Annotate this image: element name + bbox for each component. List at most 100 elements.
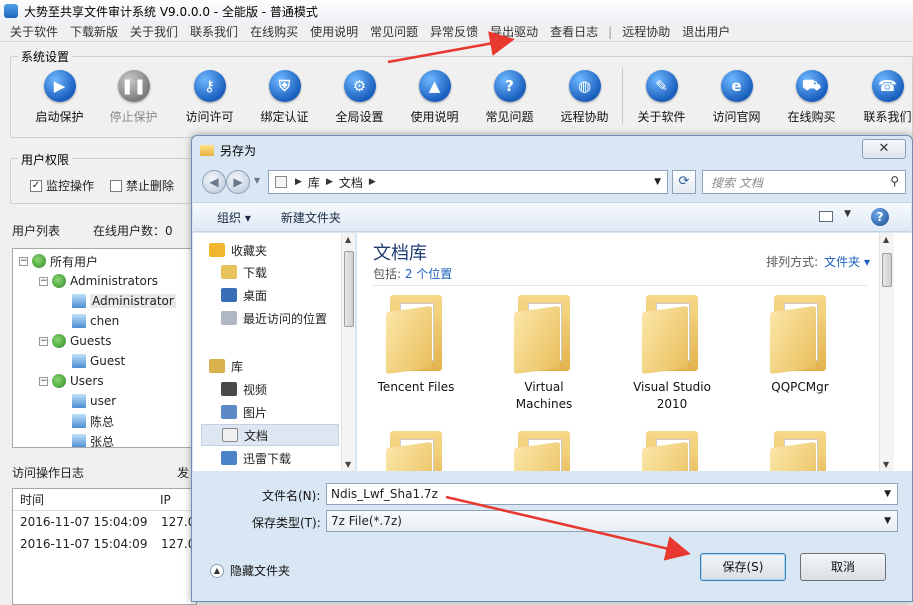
nav-item[interactable]: 桌面 xyxy=(201,284,339,306)
permission-checkbox[interactable]: 禁止删除 xyxy=(110,177,174,194)
nav-item[interactable]: 库 xyxy=(195,355,333,377)
search-input[interactable]: 搜索 文档 ⚲ xyxy=(702,170,906,194)
collapse-icon[interactable]: − xyxy=(19,256,28,266)
nav-scrollbar[interactable]: ▲ ▼ xyxy=(341,233,355,471)
scroll-up-arrow-icon[interactable]: ▲ xyxy=(883,235,889,244)
address-dropdown-icon[interactable]: ▼ xyxy=(654,177,661,187)
tree-node[interactable]: − Administrators xyxy=(39,271,158,291)
nav-item[interactable]: 文档 xyxy=(201,424,339,446)
back-button[interactable]: ◀ xyxy=(202,170,226,194)
address-bar[interactable]: ▶ 库 ▶ 文档 ▶ ▼ xyxy=(268,170,668,194)
permission-checkbox[interactable]: ✓ 监控操作 xyxy=(30,177,94,194)
search-icon[interactable]: ⚲ xyxy=(890,174,899,188)
table-row[interactable]: 2016-11-07 15:04:09 127.0 xyxy=(13,533,196,555)
nav-item[interactable]: 视频 xyxy=(201,378,339,400)
folder-item[interactable] xyxy=(489,431,599,471)
new-folder-button[interactable]: 新建文件夹 xyxy=(281,209,341,226)
menu-item[interactable]: 关于软件 xyxy=(4,23,64,40)
tree-node[interactable]: user xyxy=(59,391,116,411)
tree-node[interactable]: Guest xyxy=(59,351,125,371)
folder-item[interactable]: Tencent Files xyxy=(361,295,471,396)
toolbar-button[interactable]: ? 常见问题 xyxy=(472,64,547,130)
filename-input[interactable]: Ndis_Lwf_Sha1.7z ▼ xyxy=(326,483,898,505)
toolbar-button[interactable]: ⚷ 访问许可 xyxy=(172,64,247,130)
history-dropdown-icon[interactable]: ▼ xyxy=(254,176,260,185)
nav-item[interactable]: 迅雷下载 xyxy=(201,447,339,469)
toolbar-button[interactable]: ▲ 使用说明 xyxy=(397,64,472,130)
folder-item[interactable]: Virtual Machines xyxy=(489,295,599,413)
forward-button[interactable]: ▶ xyxy=(226,170,250,194)
menu-item[interactable]: 异常反馈 xyxy=(424,23,484,40)
view-options-arrow-icon[interactable]: ▼ xyxy=(844,209,851,219)
toolbar-button[interactable]: ⛨ 绑定认证 xyxy=(247,64,322,130)
scroll-down-arrow-icon[interactable]: ▼ xyxy=(345,460,351,469)
menu-item[interactable]: 常见问题 xyxy=(364,23,424,40)
tree-node[interactable]: − 所有用户 xyxy=(19,251,98,271)
dialog-title-bar[interactable]: 另存为 xyxy=(192,136,912,164)
locations-link[interactable]: 2 个位置 xyxy=(405,267,452,281)
refresh-button[interactable]: ⟳ xyxy=(672,170,696,194)
nav-item[interactable]: 收藏夹 xyxy=(195,239,333,261)
hide-folders-toggle[interactable]: ▲ 隐藏文件夹 xyxy=(210,562,290,579)
save-button[interactable]: 保存(S) xyxy=(700,553,786,581)
close-button[interactable]: ✕ xyxy=(862,139,906,159)
collapse-icon[interactable]: − xyxy=(39,336,48,346)
organize-button[interactable]: 组织 ▾ xyxy=(217,209,251,226)
nav-item[interactable]: 最近访问的位置 xyxy=(201,307,339,329)
menu-item[interactable]: 退出用户 xyxy=(676,23,736,40)
collapse-icon[interactable]: − xyxy=(39,376,48,386)
nav-item[interactable]: 下载 xyxy=(201,261,339,283)
breadcrumb-separator-icon[interactable]: ▶ xyxy=(369,177,376,187)
menu-item[interactable]: 在线购买 xyxy=(244,23,304,40)
checkbox-icon[interactable] xyxy=(110,179,122,192)
tree-node[interactable]: chen xyxy=(59,311,119,331)
toolbar-button[interactable]: e 访问官网 xyxy=(699,64,774,130)
folder-item[interactable]: Visual Studio 2010 xyxy=(617,295,727,413)
tree-node[interactable]: 陈总 xyxy=(59,411,114,431)
nav-item[interactable]: 图片 xyxy=(201,401,339,423)
content-scrollbar[interactable]: ▲ ▼ xyxy=(879,233,894,471)
breadcrumb-library[interactable]: 库 xyxy=(308,174,320,191)
menu-item[interactable]: 联系我们 xyxy=(184,23,244,40)
permissions-group-label: 用户权限 xyxy=(18,151,73,168)
content-scrollbar-thumb[interactable] xyxy=(882,253,892,287)
view-options-icon[interactable] xyxy=(819,211,833,222)
scroll-down-arrow-icon[interactable]: ▼ xyxy=(883,460,889,469)
help-icon[interactable]: ? xyxy=(871,208,889,226)
checkbox-icon[interactable]: ✓ xyxy=(30,179,42,192)
filename-dropdown-icon[interactable]: ▼ xyxy=(884,489,891,499)
breadcrumb-separator-icon[interactable]: ▶ xyxy=(295,177,302,187)
collapse-icon[interactable]: − xyxy=(39,276,48,286)
toolbar-button[interactable]: ☎ 联系我们 xyxy=(850,64,913,130)
toolbar-button[interactable]: ▶ 启动保护 xyxy=(22,64,97,130)
tree-node[interactable]: Administrator xyxy=(59,291,176,311)
menu-item[interactable]: 下载新版 xyxy=(64,23,124,40)
folder-item[interactable] xyxy=(745,431,855,471)
arrange-dropdown[interactable]: 文件夹 ▾ xyxy=(824,255,870,269)
filetype-dropdown-icon[interactable]: ▼ xyxy=(884,516,891,526)
log-col-time[interactable]: 时间 xyxy=(20,491,160,508)
folder-item[interactable]: QQPCMgr xyxy=(745,295,855,396)
cancel-button[interactable]: 取消 xyxy=(800,553,886,581)
tree-node[interactable]: − Guests xyxy=(39,331,112,351)
folder-item[interactable] xyxy=(617,431,727,471)
toolbar-button[interactable]: ⚙ 全局设置 xyxy=(322,64,397,130)
menu-item[interactable]: 使用说明 xyxy=(304,23,364,40)
folder-item[interactable] xyxy=(361,431,471,471)
menu-item[interactable]: 关于我们 xyxy=(124,23,184,40)
scroll-up-arrow-icon[interactable]: ▲ xyxy=(345,235,351,244)
tree-node[interactable]: − Users xyxy=(39,371,104,391)
table-row[interactable]: 2016-11-07 15:04:09 127.0 xyxy=(13,511,196,533)
filetype-select[interactable]: 7z File(*.7z) ▼ xyxy=(326,510,898,532)
breadcrumb-separator-icon[interactable]: ▶ xyxy=(326,177,333,187)
log-col-ip[interactable]: IP xyxy=(160,493,171,507)
tree-node[interactable]: 张总 xyxy=(59,431,114,447)
breadcrumb-documents[interactable]: 文档 xyxy=(339,174,363,191)
menu-item[interactable]: 查看日志 xyxy=(544,23,604,40)
toolbar-button[interactable]: ⛟ 在线购买 xyxy=(774,64,849,130)
toolbar-button[interactable]: ✎ 关于软件 xyxy=(624,64,699,130)
toolbar-button[interactable]: ◍ 远程协助 xyxy=(547,64,622,130)
menu-item[interactable]: 导出驱动 xyxy=(484,23,544,40)
menu-item[interactable]: 远程协助 xyxy=(616,23,676,40)
nav-scrollbar-thumb[interactable] xyxy=(344,251,354,327)
